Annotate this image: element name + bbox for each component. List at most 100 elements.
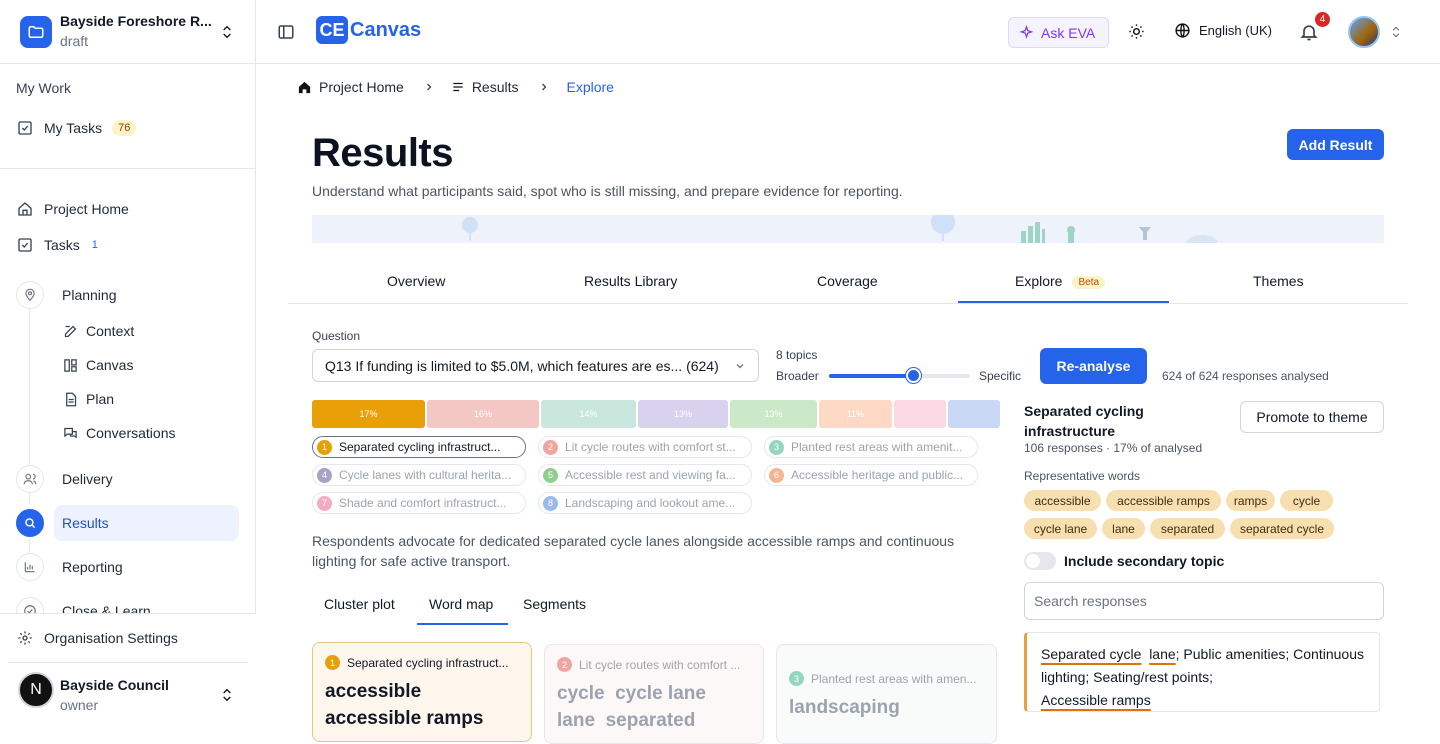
ask-eva-label: Ask EVA bbox=[1041, 24, 1096, 41]
tab-themes[interactable]: Themes bbox=[1253, 273, 1304, 289]
topic-chip-label: Separated cycling infrastruct... bbox=[339, 440, 501, 454]
word-chip[interactable]: cycle lane bbox=[1024, 518, 1097, 539]
topic-share-segment[interactable] bbox=[894, 400, 946, 428]
topic-chip[interactable]: 7 Shade and comfort infrastruct... bbox=[312, 492, 526, 514]
logo-text: Canvas bbox=[350, 19, 422, 41]
word-chip[interactable]: accessible bbox=[1024, 490, 1101, 511]
topic-chip-label: Landscaping and lookout ame... bbox=[565, 496, 736, 510]
breadcrumb-label: Project Home bbox=[319, 79, 404, 95]
topic-chip[interactable]: 2 Lit cycle routes with comfort st... bbox=[538, 436, 752, 458]
topic-number: 8 bbox=[543, 495, 558, 511]
slider-max-label: Specific bbox=[979, 369, 1022, 383]
word-chip[interactable]: cycle bbox=[1280, 490, 1333, 511]
topic-share-segment[interactable]: 16% bbox=[427, 400, 539, 428]
word-chip[interactable]: accessible ramps bbox=[1106, 490, 1221, 511]
tab-coverage[interactable]: Coverage bbox=[817, 273, 878, 289]
topic-chip[interactable]: 6 Accessible heritage and public... bbox=[764, 464, 978, 486]
word-chip[interactable]: separated bbox=[1150, 518, 1225, 539]
home-icon bbox=[16, 201, 34, 217]
chevrons-updown-icon[interactable] bbox=[1389, 24, 1403, 40]
topic-number: 4 bbox=[317, 467, 332, 483]
topic-chip[interactable]: 8 Landscaping and lookout ame... bbox=[538, 492, 752, 514]
response-card[interactable]: Separated cycle lane; Public amenities; … bbox=[1024, 632, 1380, 712]
sidebar-item-project-home[interactable]: Project Home bbox=[16, 197, 129, 221]
topic-number: 5 bbox=[543, 467, 558, 483]
divider bbox=[0, 168, 256, 169]
topic-share-segment[interactable]: 13% bbox=[730, 400, 817, 428]
word-chip[interactable]: ramps bbox=[1226, 490, 1275, 511]
add-result-button[interactable]: Add Result bbox=[1287, 129, 1384, 160]
sidebar-item-my-tasks[interactable]: My Tasks 76 bbox=[16, 116, 137, 140]
sidebar-item-label: Canvas bbox=[86, 357, 134, 373]
topic-share-segment[interactable]: 13% bbox=[638, 400, 728, 428]
sidebar-item-org-settings[interactable]: Organisation Settings bbox=[16, 626, 178, 650]
topic-number: 2 bbox=[557, 657, 572, 672]
card-title: Separated cycling infrastruct... bbox=[347, 655, 509, 670]
topic-share-segment[interactable]: 14% bbox=[541, 400, 636, 428]
question-label: Question bbox=[312, 329, 361, 343]
topic-chip[interactable]: 3 Planted rest areas with amenit... bbox=[764, 436, 978, 458]
tab-bar: Overview Results Library Coverage Explor… bbox=[288, 260, 1408, 304]
word-chip[interactable]: separated cycle bbox=[1230, 518, 1334, 539]
page-subtitle: Understand what participants said, spot … bbox=[312, 183, 903, 199]
beta-badge: Beta bbox=[1072, 275, 1106, 289]
sidebar-toggle-icon[interactable] bbox=[277, 23, 295, 41]
tab-cluster-plot[interactable]: Cluster plot bbox=[324, 596, 395, 612]
slider-handle[interactable] bbox=[905, 368, 921, 383]
toggle-knob bbox=[1026, 554, 1040, 568]
ask-eva-button[interactable]: Ask EVA bbox=[1008, 17, 1109, 48]
secondary-topic-toggle[interactable] bbox=[1024, 552, 1056, 570]
home-icon bbox=[297, 80, 312, 95]
topic-number: 1 bbox=[325, 655, 340, 670]
tab-results-library[interactable]: Results Library bbox=[584, 273, 677, 289]
slider-min-label: Broader bbox=[776, 369, 819, 383]
sidebar-item-tasks[interactable]: Tasks 1 bbox=[16, 233, 98, 257]
sun-icon[interactable] bbox=[1128, 23, 1145, 40]
tab-segments[interactable]: Segments bbox=[523, 596, 586, 612]
search-responses-input[interactable]: Search responses bbox=[1024, 582, 1384, 620]
topic-chip[interactable]: 1 Separated cycling infrastruct... bbox=[312, 436, 526, 458]
question-select[interactable]: Q13 If funding is limited to $5.0M, whic… bbox=[312, 349, 759, 382]
map-pin-icon bbox=[16, 281, 44, 309]
promote-to-theme-button[interactable]: Promote to theme bbox=[1240, 401, 1384, 433]
topic-chip-label: Accessible rest and viewing fa... bbox=[565, 468, 736, 482]
granularity-slider[interactable] bbox=[829, 368, 970, 383]
sidebar: Bayside Foreshore R... draft My Work My … bbox=[0, 0, 256, 727]
tab-overview[interactable]: Overview bbox=[387, 273, 445, 289]
topic-chip-label: Shade and comfort infrastruct... bbox=[339, 496, 507, 510]
notification-count-badge: 4 bbox=[1315, 12, 1330, 27]
word-chip[interactable]: lane bbox=[1102, 518, 1145, 539]
tab-explore[interactable]: Explore Beta bbox=[1015, 273, 1106, 289]
breadcrumb-label: Results bbox=[471, 79, 519, 95]
topic-number: 1 bbox=[317, 439, 332, 455]
topic-share-segment[interactable] bbox=[948, 400, 1000, 428]
word-map-card[interactable]: 1 Separated cycling infrastruct... access… bbox=[312, 642, 532, 742]
topic-share-segment[interactable]: 11% bbox=[819, 400, 892, 428]
sidebar-item-context[interactable]: Context bbox=[62, 321, 134, 341]
sidebar-item-results[interactable]: Results bbox=[62, 515, 109, 531]
breadcrumb-project-home[interactable]: Project Home bbox=[297, 79, 404, 95]
topic-chip[interactable]: 4 Cycle lanes with cultural herita... bbox=[312, 464, 526, 486]
breadcrumb-explore[interactable]: Explore bbox=[567, 79, 614, 95]
sidebar-item-conversations[interactable]: Conversations bbox=[62, 423, 176, 443]
sidebar-item-label: Tasks bbox=[44, 237, 80, 253]
project-switcher[interactable]: Bayside Foreshore R... draft bbox=[0, 0, 256, 64]
sidebar-item-delivery[interactable]: Delivery bbox=[62, 471, 113, 487]
checkbox-icon bbox=[16, 237, 34, 253]
reanalyse-button[interactable]: Re-analyse bbox=[1040, 348, 1147, 384]
breadcrumb-results[interactable]: Results bbox=[451, 79, 519, 95]
topic-number: 2 bbox=[543, 439, 558, 455]
sidebar-item-planning[interactable]: Planning bbox=[62, 287, 117, 303]
user-avatar[interactable] bbox=[1348, 16, 1380, 48]
tab-word-map[interactable]: Word map bbox=[429, 596, 493, 612]
sidebar-item-canvas[interactable]: Canvas bbox=[62, 355, 133, 375]
word-map-card[interactable]: 3 Planted rest areas with amen... landsca… bbox=[776, 644, 997, 744]
highlight-term: lane bbox=[1149, 646, 1176, 662]
sidebar-item-reporting[interactable]: Reporting bbox=[62, 559, 123, 575]
sidebar-item-plan[interactable]: Plan bbox=[62, 389, 114, 409]
bell-icon[interactable] bbox=[1299, 22, 1319, 42]
topic-share-segment[interactable]: 17% bbox=[312, 400, 425, 428]
topic-chip[interactable]: 5 Accessible rest and viewing fa... bbox=[538, 464, 752, 486]
word-map-card[interactable]: 2 Lit cycle routes with comfort ... cycle… bbox=[544, 644, 764, 744]
language-selector[interactable]: English (UK) bbox=[1174, 22, 1272, 39]
